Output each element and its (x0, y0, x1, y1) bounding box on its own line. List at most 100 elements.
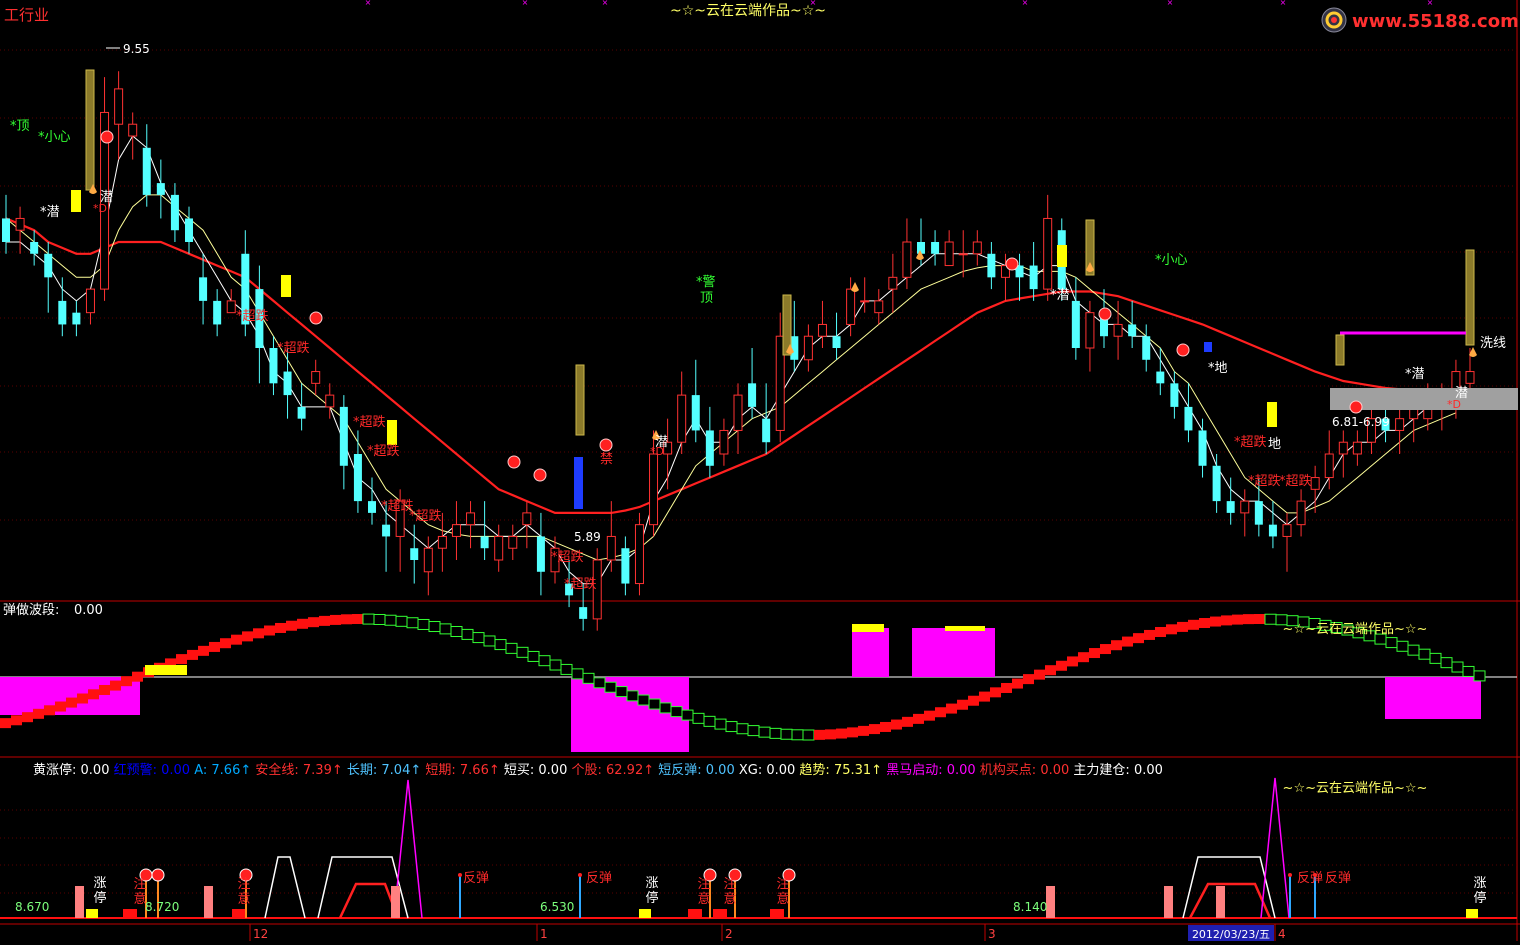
wave-step (253, 628, 264, 639)
candle-body (44, 253, 53, 278)
signal-ground: *地 (1208, 361, 1228, 376)
wave-step (1473, 670, 1486, 682)
wave-step (384, 614, 397, 626)
red-bar (123, 909, 137, 918)
wave-step (692, 712, 705, 724)
hand-pointer-icon (851, 282, 859, 292)
indicator-label: 趋势: (795, 762, 834, 778)
wave-step (1089, 648, 1100, 659)
signal-oversold: *超跌 (551, 549, 584, 565)
top-marker: × (602, 0, 609, 7)
gold-marker (1465, 249, 1475, 346)
pink-bar (75, 886, 84, 918)
yellow-block (1267, 402, 1277, 427)
signal-oversold: *超跌 (1279, 473, 1312, 489)
candle-body (1085, 312, 1095, 349)
wave-step (1133, 633, 1144, 644)
dot (1288, 873, 1292, 877)
candle-body (72, 312, 81, 325)
indicator-value: 62.92↑ (606, 763, 654, 778)
candle-body (874, 300, 884, 314)
stock-chart-window[interactable]: 9.55 5.89 6.81-6.99 *顶 *小心 *小心 *警顶潜潜潜 *潜 *潜 *潜 *地地… (0, 0, 1520, 941)
red-ball-icon (507, 455, 521, 469)
build-label: 意 (237, 891, 250, 907)
wave-step (242, 631, 253, 642)
indicator-value: 0.00 (81, 763, 110, 778)
wave-fill (912, 628, 995, 677)
yellow-block (281, 275, 291, 297)
wave-step (1045, 665, 1056, 676)
candlestick-series (2, 71, 1475, 631)
indicator-label: 机构买点: (976, 763, 1041, 778)
candle-body (1352, 441, 1362, 455)
wave-step (373, 613, 386, 625)
wave-step (1001, 682, 1012, 693)
build-label: 意 (776, 891, 789, 907)
indicator-label: 短买: (500, 763, 539, 778)
signal-top: 顶 (700, 291, 713, 306)
candle-body (860, 300, 870, 303)
candle-body (888, 276, 898, 290)
value-label: 8.140 (1013, 900, 1047, 914)
candle-body (15, 217, 25, 231)
wave-step (66, 697, 77, 708)
mamid-path (5, 194, 1457, 561)
wave-step (736, 723, 749, 735)
axis-label: 3 (988, 927, 996, 941)
wave-step (406, 617, 419, 629)
candle-body (410, 548, 419, 560)
ma-short-line (6, 135, 1457, 585)
signal-careful: *小心 (1155, 253, 1188, 268)
red-ball-icon (1176, 343, 1190, 357)
indicator-label: A: (190, 763, 211, 778)
wave-step (461, 628, 474, 640)
red-bar (713, 909, 727, 918)
candle-body (1113, 323, 1123, 337)
ma-long-line (5, 217, 1456, 515)
wave-step (132, 671, 143, 682)
candle-body (972, 241, 982, 255)
candle-body (451, 524, 461, 537)
wave-step (847, 727, 858, 738)
signal-oversold: *超跌 (409, 508, 442, 524)
wave-step (231, 634, 242, 645)
signal-oversold: *超跌 (1248, 473, 1281, 489)
indicator-label: 主力建仓: (1069, 763, 1134, 778)
wave-step (902, 716, 913, 727)
wave-step (198, 645, 209, 656)
wave-step (968, 695, 979, 706)
top-marker: × (810, 0, 817, 7)
wave-step (758, 726, 771, 738)
wave-step (549, 659, 562, 671)
yellow-bar (639, 909, 651, 918)
wave-step (527, 650, 540, 662)
wave-step (979, 691, 990, 702)
candle-body (1240, 500, 1250, 514)
indicator-value: 0.00 (161, 763, 190, 778)
wave-step (1111, 640, 1122, 651)
candle-body (368, 501, 376, 513)
candle-body (719, 429, 729, 455)
candle-body (311, 371, 321, 384)
wave-step (1264, 613, 1277, 625)
candle-body (1142, 336, 1151, 360)
axis-label: 1 (540, 927, 548, 941)
malong-path (5, 217, 1456, 515)
wave-step (626, 690, 639, 702)
chart-canvas[interactable]: 9.555.896.81-6.99*顶*小心*小心*警顶潜潜潜*潜*潜*潜*地地… (0, 0, 1520, 941)
candle-body (762, 418, 771, 443)
wave-step (1023, 674, 1034, 685)
wave-step (780, 728, 793, 740)
wave-step (472, 632, 485, 644)
signal-top: *顶 (10, 119, 30, 134)
swirl-logo-icon (1321, 7, 1347, 33)
wave-step (297, 618, 308, 629)
candle-body (1254, 501, 1263, 525)
wave-fill (852, 628, 889, 677)
dot (458, 873, 462, 877)
wave-step (1177, 621, 1188, 632)
top-marker: × (1167, 0, 1174, 7)
signal-oversold: *超跌 (353, 414, 386, 430)
wave-step (319, 615, 330, 626)
rebound-label: 反弹 (1325, 871, 1351, 886)
